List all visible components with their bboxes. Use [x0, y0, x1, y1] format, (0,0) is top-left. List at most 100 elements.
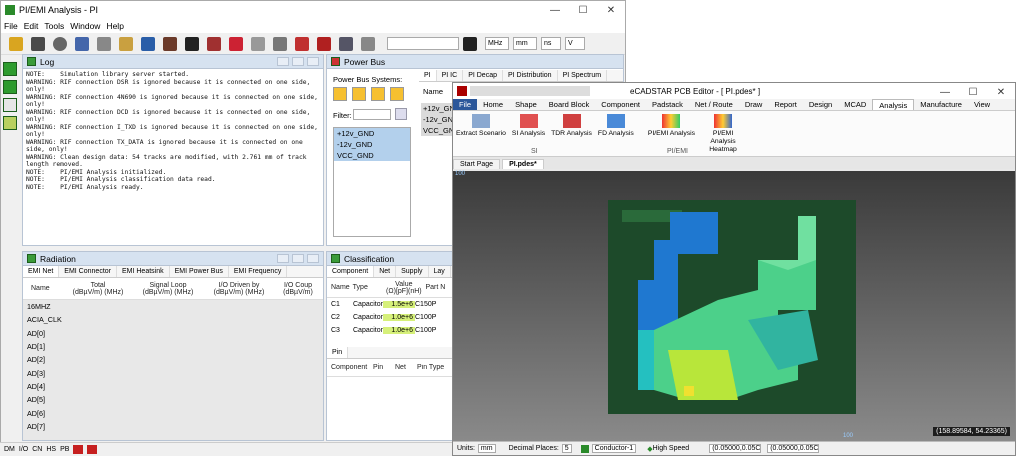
filter-input[interactable] [353, 109, 391, 120]
pi-row[interactable]: VCC_GN [421, 125, 454, 136]
minimize-button[interactable]: — [541, 1, 569, 19]
pg-icon[interactable] [295, 36, 309, 51]
grid-coord-1[interactable]: (0.05000,0.05C [709, 444, 762, 453]
tab-emi-connector[interactable]: EMI Connector [59, 266, 117, 277]
power-bus-item[interactable]: +12v_GND [334, 128, 410, 139]
side-tool-1-icon[interactable] [3, 62, 17, 76]
pcb-close-button[interactable]: ✕ [987, 83, 1015, 101]
col-value[interactable]: Value (Ω)[pF](nH) [382, 281, 425, 295]
probe-icon[interactable] [317, 36, 331, 51]
fd-analysis-button[interactable]: FD Analysis [595, 111, 637, 156]
tab-pin[interactable]: Pin [327, 347, 349, 358]
col-name[interactable]: Name [23, 285, 63, 292]
ribbon-tab-design[interactable]: Design [803, 99, 838, 110]
open-folder-icon[interactable] [9, 36, 23, 51]
cell-value[interactable]: 1.0e+6 [383, 327, 415, 334]
list-item[interactable]: AD[4] [23, 380, 323, 393]
tab-pi-decap[interactable]: PI Decap [463, 70, 503, 81]
radiation-max-button[interactable] [292, 254, 304, 263]
ribbon-tab-net-route[interactable]: Net / Route [689, 99, 739, 110]
ribbon-tab-padstack[interactable]: Padstack [646, 99, 689, 110]
pg-button-icon[interactable] [371, 87, 385, 101]
col-name[interactable]: Name [327, 284, 353, 291]
cell-value[interactable]: 1.0e+6 [383, 314, 415, 321]
table-row[interactable]: C3 Capacitor 1.0e+6 C100P [327, 324, 455, 337]
decimal-select[interactable]: 5 [561, 444, 572, 453]
power-bus-item[interactable]: VCC_GND [334, 150, 410, 161]
pcb-maximize-button[interactable]: ☐ [959, 83, 987, 101]
log-min-button[interactable] [277, 57, 289, 66]
menu-window[interactable]: Window [70, 21, 100, 31]
pcb-minimize-button[interactable]: — [931, 83, 959, 101]
cross-icon[interactable] [339, 36, 353, 51]
layer-select[interactable]: Conductor-1 [591, 444, 637, 453]
cursor-icon[interactable] [361, 36, 375, 51]
extract-scenario-button[interactable]: Extract Scenario [453, 111, 509, 156]
ribbon-tab-home[interactable]: Home [477, 99, 509, 110]
search-field[interactable] [387, 37, 459, 50]
undo-icon[interactable] [141, 36, 155, 51]
si-analysis-button[interactable]: SI Analysis [509, 111, 548, 156]
time-unit-select[interactable]: ns [541, 37, 561, 50]
copy-icon[interactable] [97, 36, 111, 51]
tab-net[interactable]: Net [374, 266, 397, 277]
col-part[interactable]: Part N [425, 284, 455, 291]
log-close-button[interactable] [307, 57, 319, 66]
radiation-close-button[interactable] [307, 254, 319, 263]
tab-emi-frequency[interactable]: EMI Frequency [229, 266, 288, 277]
list-item[interactable]: AD[5] [23, 393, 323, 406]
pcb-canvas[interactable]: 100 100 (158.89584, 54.23365) [453, 171, 1015, 441]
ribbon-tab-shape[interactable]: Shape [509, 99, 543, 110]
settings-gear-icon[interactable] [53, 36, 67, 51]
close-button[interactable]: ✕ [597, 1, 625, 19]
tab-pi[interactable]: PI [419, 70, 437, 81]
pi-row[interactable]: -12v_GN [421, 114, 453, 125]
ribbon-tab-analysis[interactable]: Analysis [872, 99, 915, 110]
units-select[interactable]: mm [477, 444, 496, 453]
col-type[interactable]: Type [353, 284, 383, 291]
side-tool-4-icon[interactable] [3, 116, 17, 130]
cell-value[interactable]: 1.5e+6 [383, 301, 415, 308]
menu-help[interactable]: Help [106, 21, 123, 31]
grid-icon[interactable] [251, 36, 265, 51]
tab-lay[interactable]: Lay [429, 266, 451, 277]
tab-emi-power-bus[interactable]: EMI Power Bus [170, 266, 229, 277]
ribbon-tab-draw[interactable]: Draw [739, 99, 769, 110]
pi-row[interactable]: +12v_GN [421, 103, 455, 114]
list-item[interactable]: AD[0] [23, 327, 323, 340]
list-item[interactable]: AD[3] [23, 366, 323, 379]
ribbon-tab-board-block[interactable]: Board Block [543, 99, 595, 110]
paste-icon[interactable] [119, 36, 133, 51]
menu-edit[interactable]: Edit [24, 21, 39, 31]
filter-apply-icon[interactable] [395, 108, 407, 120]
pi-emi-heatmap-button[interactable]: PI/EMI Analysis Heatmap [698, 111, 748, 156]
ribbon-tab-report[interactable]: Report [768, 99, 803, 110]
tab-pi-distribution[interactable]: PI Distribution [503, 70, 558, 81]
binoculars-icon[interactable] [463, 36, 477, 51]
table-row[interactable]: C2 Capacitor 1.0e+6 C100P [327, 311, 455, 324]
tab-pi-ic[interactable]: PI IC [437, 70, 464, 81]
probe-button-icon[interactable] [390, 87, 404, 101]
save-icon[interactable] [31, 36, 45, 51]
waveform-icon[interactable] [229, 36, 243, 51]
list-item[interactable]: AD[7] [23, 420, 323, 433]
table-row[interactable]: C1 Capacitor 1.5e+6 C150P [327, 298, 455, 311]
list-item[interactable]: AD[1] [23, 340, 323, 353]
side-tool-pg-icon[interactable] [3, 98, 17, 112]
voltage-unit-select[interactable]: V [565, 37, 585, 50]
list-item[interactable]: 16MHZ [23, 300, 323, 313]
ribbon-tab-mcad[interactable]: MCAD [838, 99, 872, 110]
grid2-icon[interactable] [273, 36, 287, 51]
menu-file[interactable]: File [4, 21, 18, 31]
radiation-min-button[interactable] [277, 254, 289, 263]
list-item[interactable]: AD[6] [23, 406, 323, 419]
maximize-button[interactable]: ☐ [569, 1, 597, 19]
power-bus-item[interactable]: -12v_GND [334, 139, 410, 150]
tdr-analysis-button[interactable]: TDR Analysis [548, 111, 595, 156]
board-icon[interactable] [163, 36, 177, 51]
route-icon[interactable] [185, 36, 199, 51]
col-signal-loop[interactable]: Signal Loop (dBµV/m) (MHz) [133, 282, 203, 296]
users-icon[interactable] [75, 36, 89, 51]
component-icon[interactable] [207, 36, 221, 51]
tab-emi-heatsink[interactable]: EMI Heatsink [117, 266, 170, 277]
